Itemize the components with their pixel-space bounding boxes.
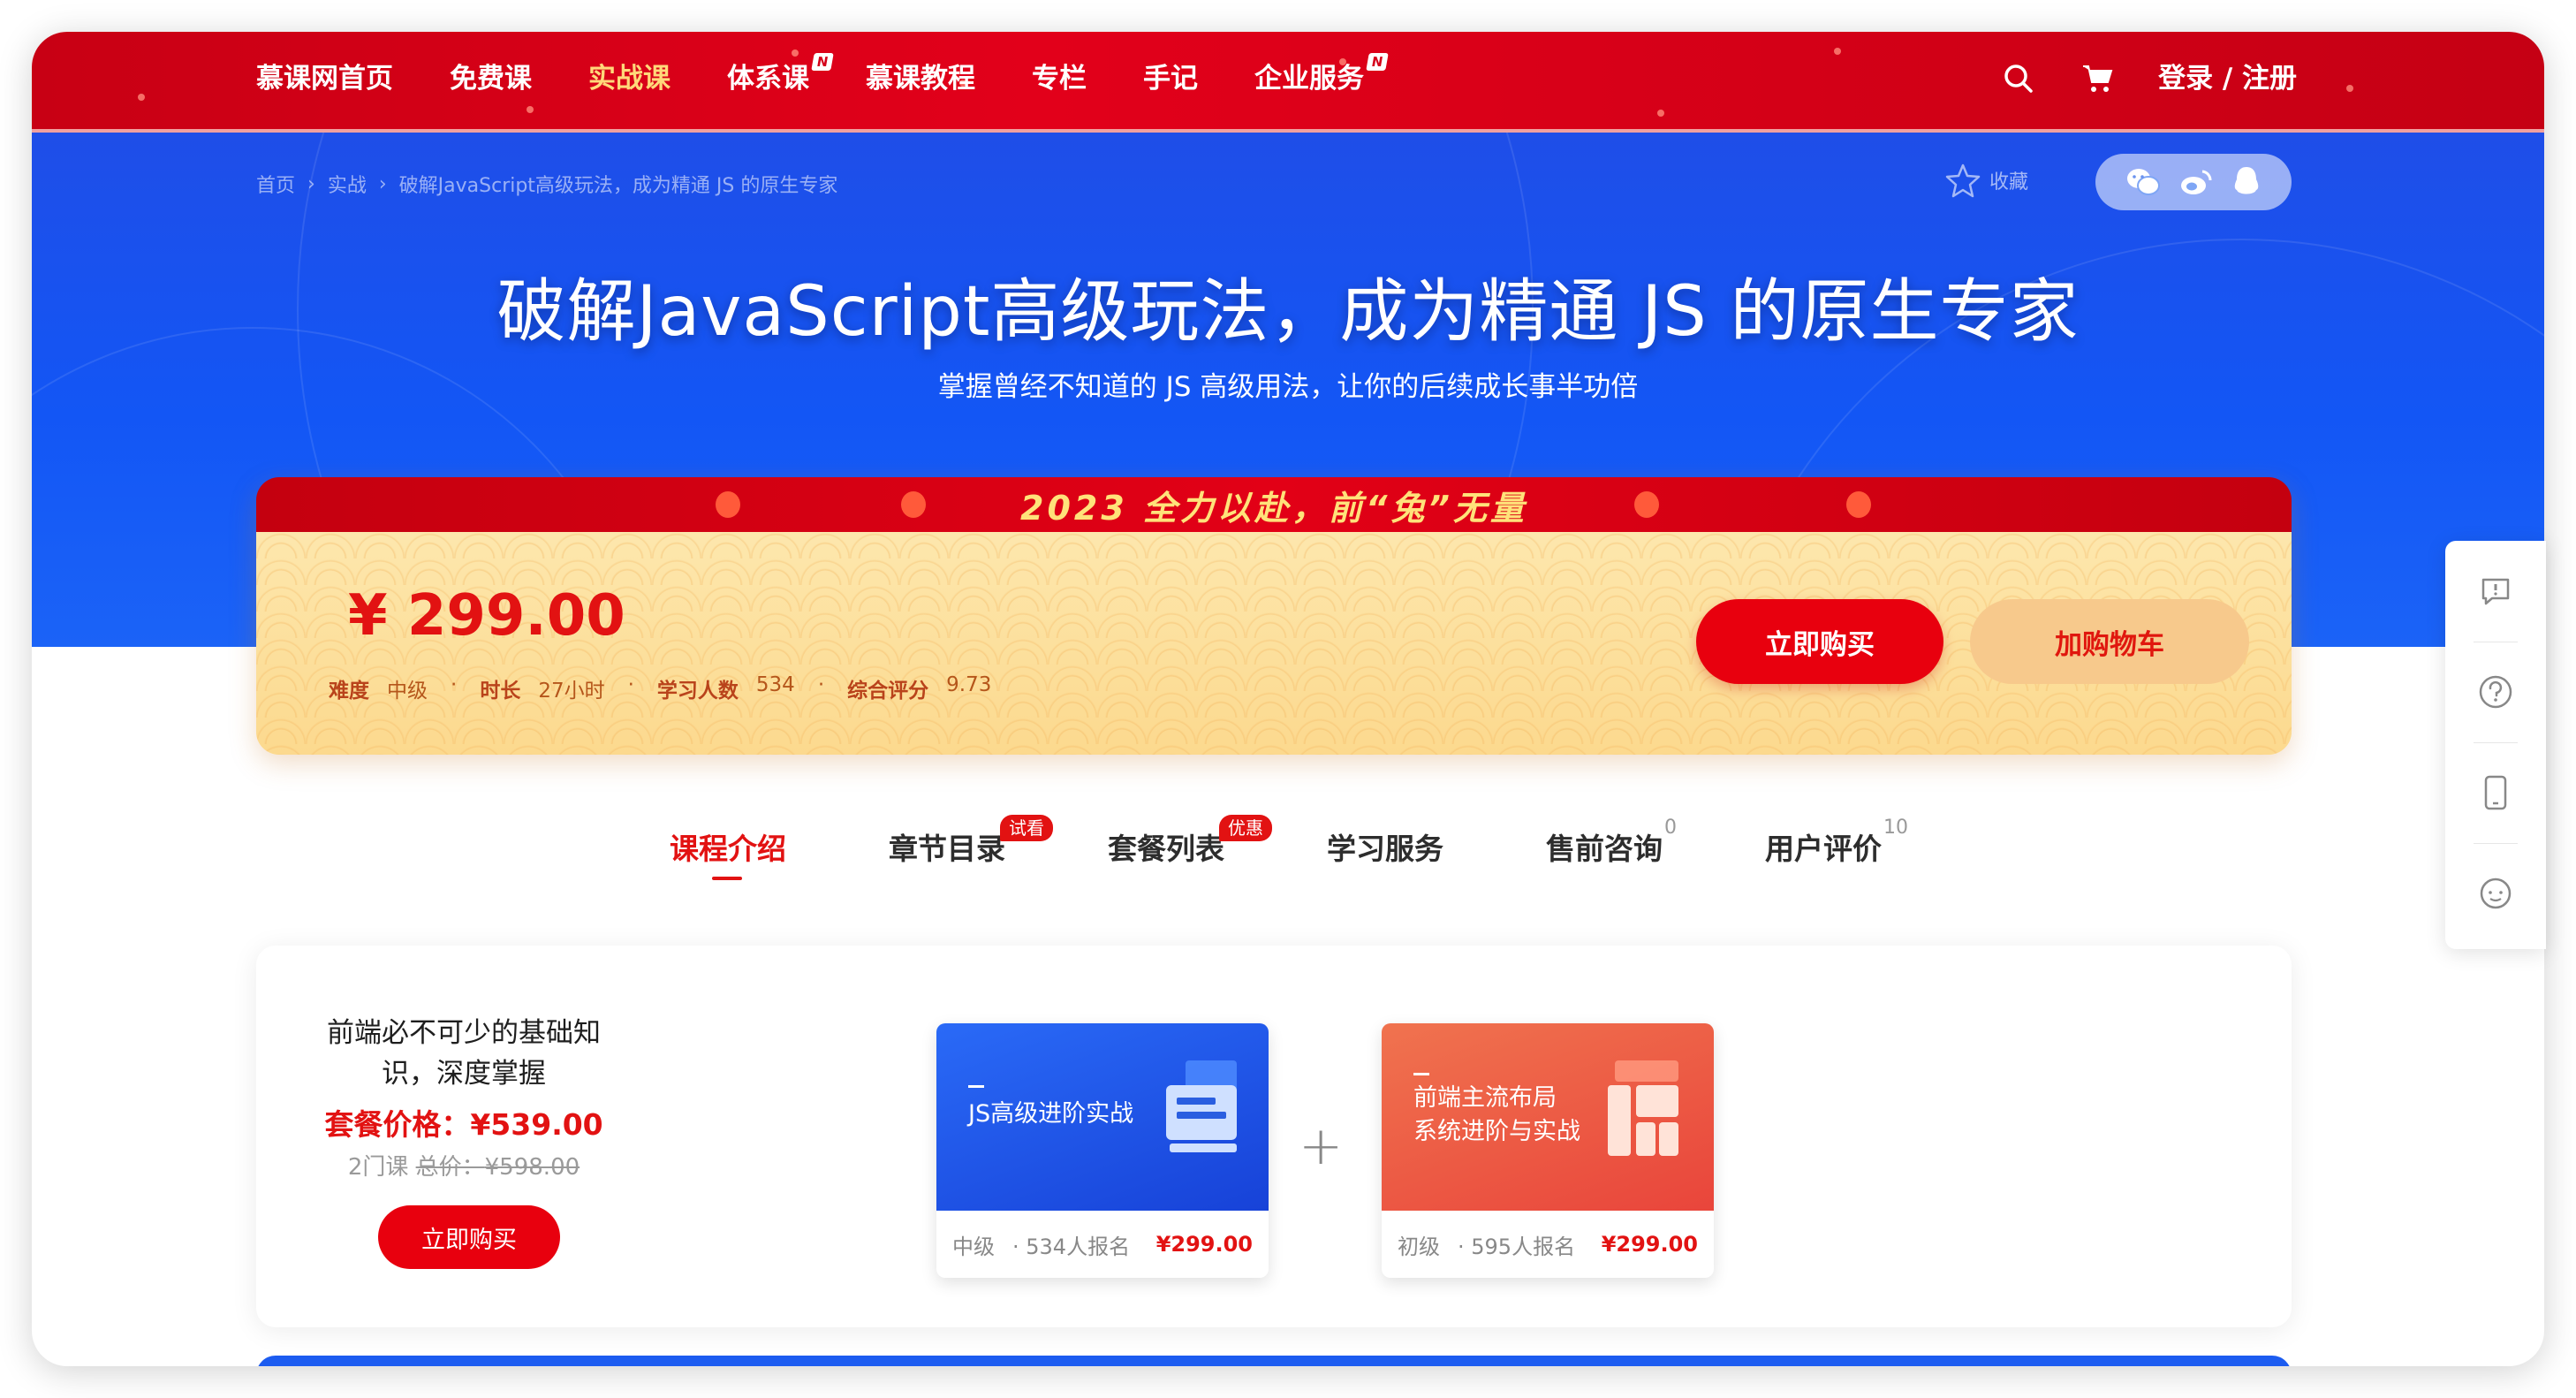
tab-services[interactable]: 学习服务 [1327,825,1443,868]
meta-value: 中级 [387,680,428,703]
qq-icon[interactable] [2231,165,2262,199]
nav-item-home[interactable]: 慕课网首页 [256,57,393,101]
meta-value: 9.73 [946,673,992,696]
nav-item-system[interactable]: 体系课 N [727,53,834,101]
breadcrumb-category[interactable]: 实战 [328,170,367,198]
course-students: · 534人报名 [1012,1234,1131,1259]
meta-key: 时长 [480,680,521,703]
tab-intro[interactable]: 课程介绍 [670,825,786,868]
favorite-label: 收藏 [1989,171,2029,194]
nav-right: 登录 / 注册 [1999,57,2297,101]
course-level: 中级 [952,1234,995,1259]
course-students: · 595人报名 [1458,1234,1576,1259]
course-cover: 前端主流布局 系统进阶与实战 [1382,1023,1714,1211]
active-tab-indicator [712,877,742,880]
tab-presale[interactable]: 售前咨询 [1546,825,1663,868]
tab-packages[interactable]: 套餐列表 [1108,825,1224,868]
browser-window: 慕课网首页 免费课 实战课 体系课 N 慕课教程 专栏 手记 企业服务 N 登录 /… [32,32,2544,1366]
nav-item-column[interactable]: 专栏 [1032,57,1087,101]
package-orig-label: 总价： [415,1154,485,1181]
new-badge: N [1366,53,1389,71]
meta-key: 学习人数 [656,680,739,703]
tab-badge: 优惠 [1219,815,1272,841]
meta-key: 综合评分 [847,680,929,703]
weibo-icon[interactable] [2178,167,2214,197]
tab-count: 0 [1664,817,1677,839]
course-name: 前端主流布局 系统进阶与实战 [1413,1084,1580,1145]
feedback-icon[interactable] [2445,541,2546,642]
tab-count: 10 [1883,817,1908,839]
cart-icon[interactable] [2079,57,2118,101]
nav-item-notes[interactable]: 手记 [1143,57,1198,101]
search-icon[interactable] [1999,57,2038,101]
package-buy-button[interactable]: 立即购买 [378,1205,560,1269]
wechat-icon[interactable] [2125,167,2161,197]
price-body: ¥ 299.00 难度 中级 · 时长 27小时 · 学习人数 534 · 综合… [256,532,2292,755]
price-card: 2023 全力以赴，前“兔”无量 ¥ 299.00 难度 中级 · 时长 27小… [256,477,2292,755]
meta-key: 难度 [329,680,369,703]
layout-icon [1608,1060,1678,1156]
tab-chapters[interactable]: 章节目录 [889,825,1005,868]
breadcrumb-separator: › [378,172,387,195]
tab-badge: 试看 [1000,815,1053,841]
package-title: 前端必不可少的基础知识，深度掌握 [327,1017,601,1090]
breadcrumb-current: 破解JavaScript高级玩法，成为精通 JS 的原生专家 [398,175,838,197]
buy-now-button[interactable]: 立即购买 [1696,599,1943,684]
course-name: JS高级进阶实战 [968,1100,1134,1128]
meta-value: 534 [755,673,795,696]
nav-item-tutorial[interactable]: 慕课教程 [866,57,975,101]
course-card[interactable]: 前端主流布局 系统进阶与实战 初级 · 595人报名 ¥299.00 [1382,1023,1714,1278]
course-title: 破解JavaScript高级玩法，成为精通 JS 的原生专家 [496,272,2080,352]
nav-item-enterprise[interactable]: 企业服务 N [1254,53,1389,101]
favorite-button[interactable]: 收藏 [1945,163,2028,198]
breadcrumb-home[interactable]: 首页 [256,170,295,198]
login-register-link[interactable]: 登录 / 注册 [2158,57,2297,101]
course-price: ¥299.00 [1601,1232,1698,1257]
help-icon[interactable] [2445,642,2546,742]
package-section: 前端必不可少的基础知识，深度掌握 套餐价格：¥539.00 2门课 总价：¥59… [256,946,2292,1327]
package-orig-price: ¥598.00 [484,1154,580,1181]
tab-reviews[interactable]: 用户评价 [1765,825,1882,868]
new-badge: N [811,53,834,71]
course-price: ¥ 299.00 [348,583,625,649]
next-section-edge [256,1356,2292,1366]
course-tabs: 课程介绍 章节目录 试看 套餐列表 优惠 学习服务 售前咨询 0 用户评价 10 [32,809,2544,898]
promo-banner: 2023 全力以赴，前“兔”无量 [256,477,2292,532]
meta-dot: · [817,673,825,696]
course-cover: JS高级进阶实战 [936,1023,1269,1211]
course-card[interactable]: JS高级进阶实战 中级 · 534人报名 ¥299.00 [936,1023,1269,1278]
nav-item-free[interactable]: 免费课 [450,57,532,101]
floating-toolbar [2445,541,2546,949]
course-price: ¥299.00 [1155,1232,1253,1257]
meta-dot: · [627,673,634,696]
star-icon [1945,163,1981,198]
breadcrumb-separator: › [307,172,315,195]
document-icon [1166,1060,1237,1152]
nav-item-practice[interactable]: 实战课 [588,57,671,101]
course-meta: 难度 中级 · 时长 27小时 · 学习人数 534 · 综合评分 9.73 [329,673,1014,703]
course-level: 初级 [1398,1234,1440,1259]
breadcrumb: 首页 › 实战 › 破解JavaScript高级玩法，成为精通 JS 的原生专家 [256,170,837,198]
share-group [2095,154,2292,210]
mobile-icon[interactable] [2445,742,2546,843]
nav-menu: 慕课网首页 免费课 实战课 体系课 N 慕课教程 专栏 手记 企业服务 N [256,53,1421,101]
top-nav: 慕课网首页 免费课 实战课 体系课 N 慕课教程 专栏 手记 企业服务 N 登录 /… [32,32,2544,133]
package-price: 套餐价格：¥539.00 [324,1107,603,1142]
package-count: 2门课 [347,1154,409,1181]
course-info: 初级 · 595人报名 ¥299.00 [1382,1211,1714,1278]
meta-value: 27小时 [538,680,605,703]
meta-dot: · [451,673,458,696]
plus-icon: + [1299,1115,1344,1177]
promo-text: 2023 全力以赴，前“兔”无量 [1020,488,1527,528]
add-to-cart-button[interactable]: 加购物车 [1970,599,2249,684]
chat-icon[interactable] [2445,843,2546,944]
package-original: 2门课 总价：¥598.00 [300,1149,627,1181]
course-info: 中级 · 534人报名 ¥299.00 [936,1211,1269,1278]
course-subtitle: 掌握曾经不知道的 JS 高级用法，让你的后续成长事半功倍 [937,371,1639,403]
